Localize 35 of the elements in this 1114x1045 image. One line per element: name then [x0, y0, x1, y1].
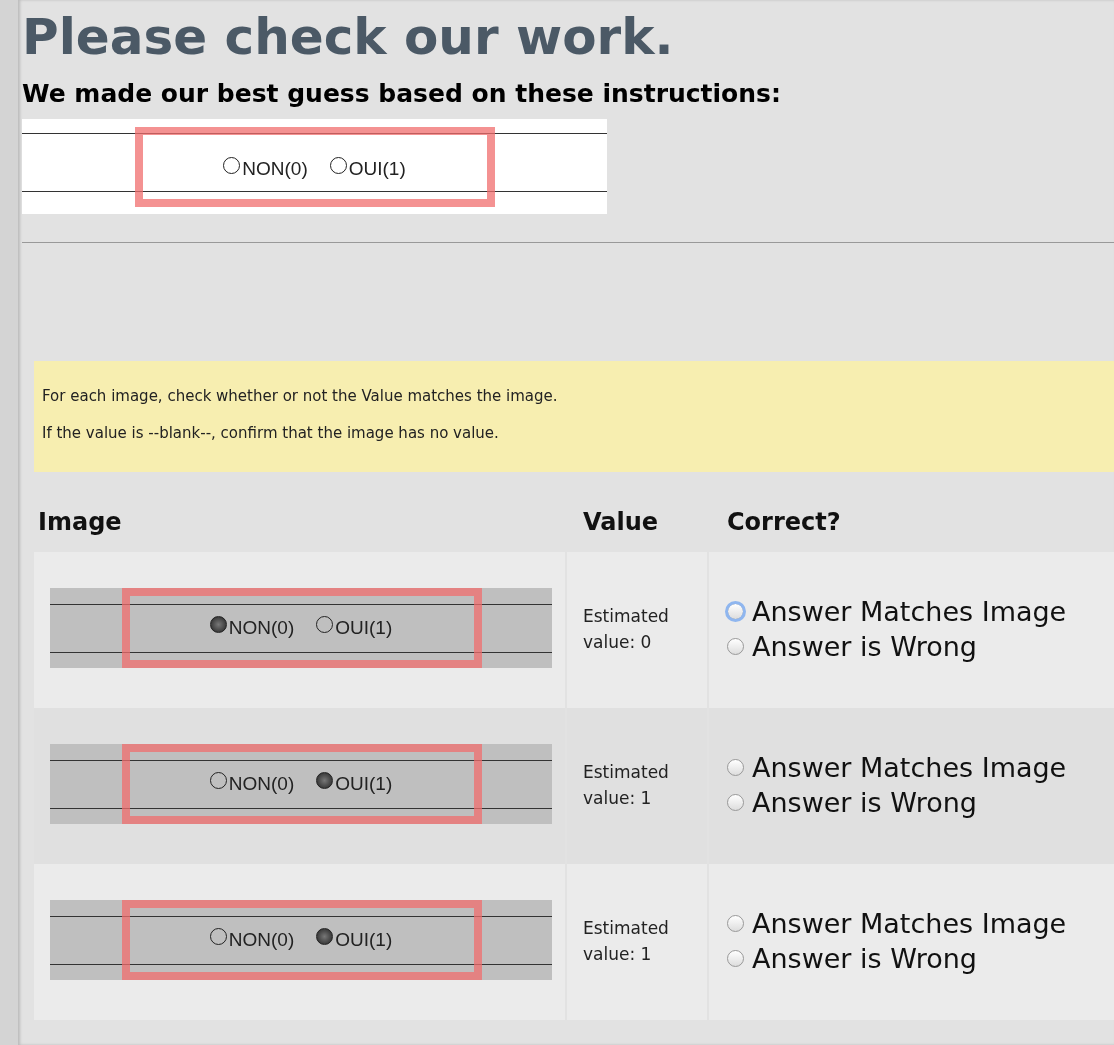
value-text: Estimated value: 0 — [583, 605, 670, 654]
option-label: NON(0) — [228, 616, 295, 640]
option-label: NON(0) — [228, 772, 295, 796]
answer-label: Answer is Wrong — [752, 786, 977, 821]
answer-radio-option[interactable]: Answer is Wrong — [727, 941, 1114, 977]
radio-button[interactable] — [727, 794, 744, 812]
option-label: OUI(1) — [335, 772, 393, 796]
answer-label: Answer Matches Image — [752, 907, 1067, 941]
answer-label: Answer is Wrong — [752, 630, 977, 665]
answer-radio-option[interactable]: Answer Matches Image — [727, 750, 1114, 786]
option-label: OUI(1) — [335, 928, 393, 952]
column-header: Value — [582, 507, 660, 538]
value-text: Estimated value: 1 — [583, 917, 670, 966]
instruction-text: If the value is --blank--, confirm that the image has no value. — [42, 422, 500, 444]
answer-label: Answer Matches Image — [752, 751, 1067, 785]
option-label: NON(0) — [242, 157, 308, 181]
answer-label: Answer is Wrong — [752, 942, 977, 977]
radio-button[interactable] — [727, 915, 744, 933]
answer-radio-option[interactable]: Answer Matches Image — [727, 594, 1114, 630]
answer-label: Answer Matches Image — [752, 595, 1067, 629]
answer-radio-option[interactable]: Answer Matches Image — [727, 906, 1114, 942]
option-label: NON(0) — [228, 928, 295, 952]
answer-radio-option[interactable]: Answer is Wrong — [727, 629, 1114, 665]
section-heading: We made our best guess based on these instructions: — [22, 79, 782, 109]
radio-button[interactable] — [727, 950, 744, 968]
radio-button[interactable] — [727, 759, 744, 777]
radio-button[interactable] — [727, 638, 744, 656]
option-label: OUI(1) — [335, 616, 393, 640]
column-header: Correct? — [726, 507, 842, 538]
value-text: Estimated value: 1 — [583, 761, 670, 810]
option-label: OUI(1) — [348, 157, 406, 181]
page-title: Please check our work. — [22, 7, 675, 65]
answer-radio-option[interactable]: Answer is Wrong — [727, 785, 1114, 821]
column-header: Image — [37, 507, 123, 538]
instruction-text: For each image, check whether or not the Value matches the image. — [42, 386, 559, 407]
